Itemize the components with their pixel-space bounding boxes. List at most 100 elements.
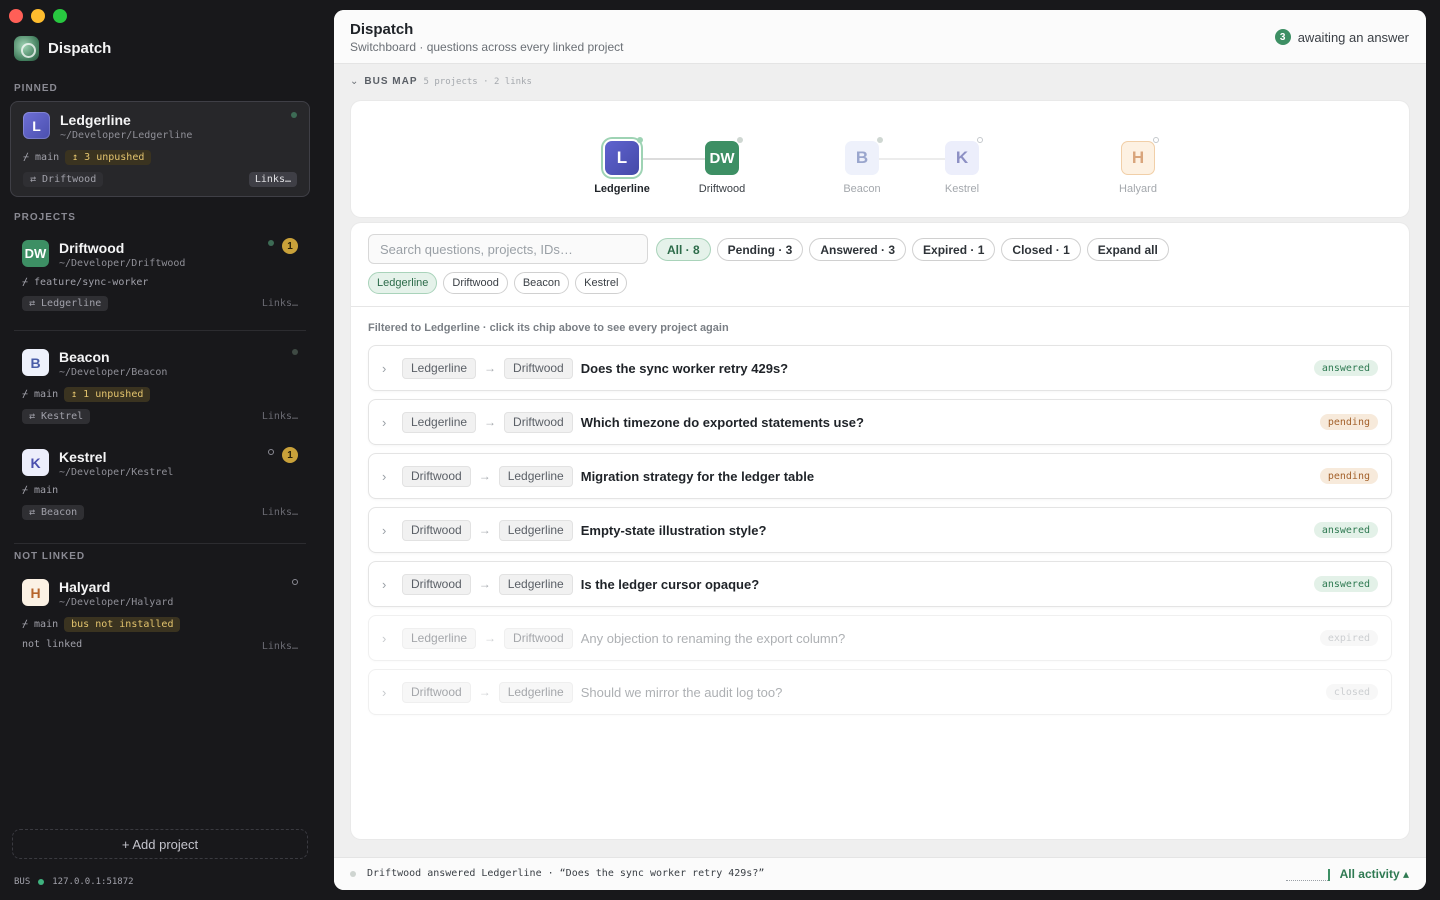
busmap-node-ledgerline[interactable]: L Ledgerline: [582, 137, 662, 195]
header: Dispatch Switchboard · questions across …: [334, 10, 1426, 64]
link-chip: ⇄ Driftwood: [23, 172, 104, 187]
branch-icon: ⌿: [22, 619, 29, 630]
filter-closed[interactable]: Closed · 1: [1001, 238, 1081, 261]
question-row[interactable]: › Ledgerline → Driftwood Does the sync w…: [368, 345, 1392, 391]
from-project: Driftwood: [402, 573, 471, 595]
branch-name: main: [34, 619, 59, 630]
branch-row: ⌿ main bus not installed: [22, 617, 181, 632]
question-row[interactable]: › Driftwood → Ledgerline Should we mirro…: [368, 669, 1392, 715]
status-badge: pending: [1319, 414, 1378, 430]
status-filters: All · 8 Pending · 3 Answered · 3 Expired…: [656, 238, 1169, 261]
links-button[interactable]: Links…: [248, 172, 297, 187]
awaiting-indicator[interactable]: 3 awaiting an answer: [1274, 29, 1409, 45]
question-row[interactable]: › Ledgerline → Driftwood Any objection t…: [368, 615, 1392, 661]
to-project: Ledgerline: [498, 519, 573, 541]
status-badge: answered: [1313, 522, 1378, 538]
chevron-right-icon[interactable]: ›: [382, 577, 396, 592]
busmap-node-driftwood[interactable]: DW Driftwood: [682, 137, 762, 195]
sidebar-project-driftwood[interactable]: DW Driftwood ~/Developer/Driftwood 1 ⌿ f…: [10, 230, 310, 322]
project-avatar: L: [23, 112, 50, 139]
arrow-right-icon: →: [484, 415, 497, 429]
status-dot: [268, 449, 274, 455]
chevron-right-icon[interactable]: ›: [382, 685, 396, 700]
from-project: Driftwood: [402, 681, 471, 703]
filter-all[interactable]: All · 8: [656, 238, 711, 261]
project-chip-ledgerline[interactable]: Ledgerline: [368, 272, 438, 294]
project-chip-driftwood[interactable]: Driftwood: [443, 272, 508, 294]
node-initial: L: [616, 148, 628, 167]
from-project: Ledgerline: [402, 411, 477, 433]
to-project: Ledgerline: [498, 465, 573, 487]
project-name: Ledgerline: [60, 112, 131, 128]
busmap-node-kestrel[interactable]: K Kestrel: [922, 137, 1002, 195]
links-button[interactable]: Links…: [262, 298, 298, 309]
links-button[interactable]: Links…: [262, 411, 298, 422]
links-button[interactable]: Links…: [262, 641, 298, 652]
project-avatar: B: [22, 349, 49, 376]
question-row[interactable]: › Driftwood → Ledgerline Empty-state ill…: [368, 507, 1392, 553]
project-chip-beacon[interactable]: Beacon: [513, 272, 570, 294]
busmap-label: BUS MAP: [364, 76, 418, 87]
question-list: › Ledgerline → Driftwood Does the sync w…: [368, 345, 1392, 723]
busmap-toggle[interactable]: ⌄ BUS MAP 5 projects · 2 links: [350, 76, 532, 87]
project-avatar: K: [22, 449, 49, 476]
node-avatar: B: [845, 137, 883, 175]
question-text: Any objection to renaming the export col…: [580, 630, 846, 646]
links-button[interactable]: Links…: [262, 507, 298, 518]
activity-dot: [350, 871, 356, 877]
busmap: L Ledgerline DW Driftwood B Beacon K Kes…: [351, 101, 1409, 217]
close-window-button[interactable]: [9, 9, 23, 23]
project-path: ~/Developer/Kestrel: [59, 467, 174, 478]
minimize-window-button[interactable]: [31, 9, 45, 23]
sidebar-project-kestrel[interactable]: K Kestrel ~/Developer/Kestrel 1 ⌿ main ⇄…: [10, 439, 310, 531]
all-activity-button[interactable]: All activity ▴: [1340, 867, 1409, 881]
project-path: ~/Developer/Ledgerline: [60, 130, 193, 141]
node-initial: DW: [709, 149, 735, 167]
bus-label: BUS: [14, 877, 31, 887]
question-row[interactable]: › Driftwood → Ledgerline Migration strat…: [368, 453, 1392, 499]
branch-row: ⌿ main ↥ 1 unpushed: [22, 387, 151, 402]
question-text: Should we mirror the audit log too?: [580, 684, 783, 700]
branch-name: main: [34, 389, 59, 400]
branch-icon: ⌿: [22, 277, 29, 288]
chevron-right-icon[interactable]: ›: [382, 361, 396, 376]
zoom-window-button[interactable]: [53, 9, 67, 23]
section-label-pinned: PINNED: [14, 83, 58, 94]
chevron-right-icon[interactable]: ›: [382, 631, 396, 646]
question-row[interactable]: › Ledgerline → Driftwood Which timezone …: [368, 399, 1392, 445]
from-project: Ledgerline: [402, 627, 477, 649]
branch-icon: ⌿: [23, 152, 30, 163]
filter-answered[interactable]: Answered · 3: [809, 238, 907, 261]
sidebar-project-beacon[interactable]: B Beacon ~/Developer/Beacon ⌿ main ↥ 1 u…: [10, 339, 310, 431]
status-badge: answered: [1313, 360, 1378, 376]
sidebar-project-ledgerline[interactable]: L Ledgerline ~/Developer/Ledgerline ⌿ ma…: [10, 101, 310, 197]
chevron-right-icon[interactable]: ›: [382, 523, 396, 538]
node-label: Driftwood: [698, 183, 746, 195]
awaiting-count-badge: 3: [1274, 29, 1291, 45]
app-brand: Dispatch: [14, 36, 111, 61]
node-initial: K: [955, 148, 969, 167]
chevron-right-icon[interactable]: ›: [382, 415, 396, 430]
expand-all-button[interactable]: Expand all: [1086, 238, 1169, 261]
sidebar: Dispatch PINNED L Ledgerline ~/Developer…: [0, 0, 334, 900]
bus-status: BUS 127.0.0.1:51872: [14, 877, 134, 887]
chevron-right-icon[interactable]: ›: [382, 469, 396, 484]
to-project: Ledgerline: [498, 573, 573, 595]
divider: [351, 306, 1409, 307]
branch-icon: ⌿: [22, 485, 29, 496]
node-label: Ledgerline: [594, 183, 650, 195]
search-input[interactable]: [368, 234, 648, 264]
filter-pending[interactable]: Pending · 3: [716, 238, 804, 261]
sidebar-project-halyard[interactable]: H Halyard ~/Developer/Halyard ⌿ main bus…: [10, 569, 310, 661]
to-project: Driftwood: [504, 627, 573, 649]
busmap-node-halyard[interactable]: H Halyard: [1098, 137, 1178, 195]
project-path: ~/Developer/Beacon: [59, 367, 168, 378]
busmap-node-beacon[interactable]: B Beacon: [822, 137, 902, 195]
questions-panel: All · 8 Pending · 3 Answered · 3 Expired…: [351, 223, 1409, 839]
node-label: Halyard: [1119, 183, 1157, 195]
project-chip-kestrel[interactable]: Kestrel: [575, 272, 628, 294]
project-avatar: H: [22, 579, 49, 606]
filter-expired[interactable]: Expired · 1: [912, 238, 996, 261]
question-row[interactable]: › Driftwood → Ledgerline Is the ledger c…: [368, 561, 1392, 607]
add-project-button[interactable]: + Add project: [12, 829, 308, 859]
